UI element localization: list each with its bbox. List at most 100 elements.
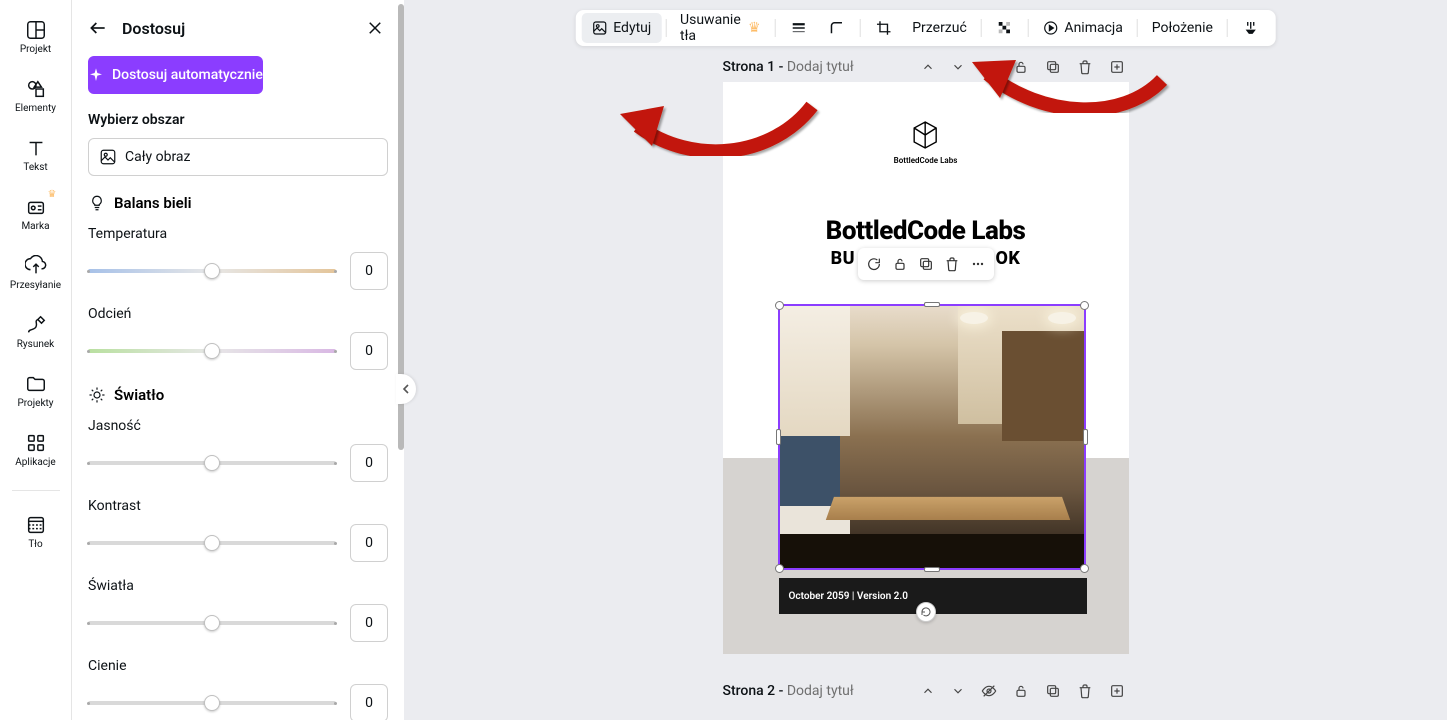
flip-button[interactable]: Przerzuć	[902, 13, 977, 43]
resize-handle-bl[interactable]	[775, 564, 784, 573]
page1-canvas[interactable]: BottledCode Labs BottledCode Labs BUSINE…	[723, 82, 1129, 654]
line-weight-button[interactable]	[779, 13, 817, 43]
shadows-row: Cienie 0	[72, 658, 404, 720]
resize-handle-tr[interactable]	[1080, 301, 1089, 310]
close-button[interactable]	[362, 15, 388, 41]
page-down-button[interactable]	[947, 680, 969, 702]
toolbar-separator	[775, 19, 776, 37]
page1-label[interactable]: Strona 1 - Dodaj tytuł	[723, 59, 854, 75]
temperature-value[interactable]: 0	[350, 252, 388, 290]
resize-handle-tl[interactable]	[775, 301, 784, 310]
layout-icon	[25, 18, 47, 42]
crown-icon: ♛	[48, 189, 57, 200]
edit-image-button[interactable]: Edytuj	[581, 13, 661, 43]
highlights-value[interactable]: 0	[350, 604, 388, 642]
tint-label: Odcień	[88, 306, 388, 322]
add-page-button[interactable]	[1105, 55, 1129, 79]
lock-page-button[interactable]	[1009, 679, 1033, 703]
resize-handle-right[interactable]	[1083, 429, 1088, 445]
transparency-button[interactable]	[986, 13, 1024, 43]
page-up-button[interactable]	[917, 56, 939, 78]
add-page-button[interactable]	[1105, 679, 1129, 703]
rail-item-projekty[interactable]: Projekty	[0, 368, 71, 413]
animation-button[interactable]: Animacja	[1032, 13, 1132, 43]
rail-item-tekst[interactable]: Tekst	[0, 132, 71, 177]
rail-item-przesylanie[interactable]: Przesyłanie	[0, 250, 71, 295]
rail-item-projekt[interactable]: Projekt	[0, 14, 71, 59]
slider-thumb[interactable]	[204, 615, 220, 631]
position-label: Położenie	[1152, 20, 1213, 36]
rail-item-aplikacje[interactable]: Aplikacje	[0, 427, 71, 472]
toolbar-separator	[981, 19, 982, 37]
rail-item-marka[interactable]: ♛ Marka	[0, 191, 71, 236]
rail-label: Marka	[21, 221, 49, 232]
duplicate-page-button[interactable]	[1041, 679, 1065, 703]
brightness-value[interactable]: 0	[350, 444, 388, 482]
slider-thumb[interactable]	[204, 263, 220, 279]
rail-item-elementy[interactable]: Elementy	[0, 73, 71, 118]
highlights-slider[interactable]	[88, 621, 336, 625]
folder-icon	[25, 372, 47, 396]
back-button[interactable]	[84, 14, 112, 42]
brand-icon: ♛	[25, 195, 47, 219]
page2-label[interactable]: Strona 2 - Dodaj tytuł	[723, 683, 854, 699]
temperature-slider[interactable]	[88, 269, 336, 273]
logo-icon	[913, 120, 939, 150]
auto-adjust-button[interactable]: Dostosuj automatycznie	[88, 56, 263, 94]
hide-page-button[interactable]	[977, 679, 1001, 703]
slider-thumb[interactable]	[204, 535, 220, 551]
slider-thumb[interactable]	[204, 455, 220, 471]
corner-button[interactable]	[817, 13, 855, 43]
duplicate-button[interactable]	[918, 256, 934, 272]
remove-bg-label: Usuwanie tła	[680, 12, 742, 44]
page-down-button[interactable]	[947, 56, 969, 78]
delete-page-button[interactable]	[1073, 55, 1097, 79]
shadows-slider[interactable]	[88, 701, 336, 705]
area-select-dropdown[interactable]: Cały obraz	[88, 138, 388, 176]
contrast-value[interactable]: 0	[350, 524, 388, 562]
light-group: Światło	[72, 386, 404, 404]
canvas-area: Edytuj Usuwanie tła ♛ Przerzuć Animacja …	[404, 0, 1447, 720]
more-button[interactable]	[970, 256, 986, 272]
resize-handle-br[interactable]	[1080, 564, 1089, 573]
contrast-slider[interactable]	[88, 541, 336, 545]
lock-page-button[interactable]	[1009, 55, 1033, 79]
panel-header: Dostosuj	[72, 0, 404, 56]
rail-label: Elementy	[15, 103, 56, 114]
selected-image[interactable]	[778, 304, 1086, 570]
rail-item-tlo[interactable]: Tło	[0, 509, 71, 554]
brightness-slider[interactable]	[88, 461, 336, 465]
duplicate-page-button[interactable]	[1041, 55, 1065, 79]
lock-button[interactable]	[892, 256, 908, 272]
document-main-title: BottledCode Labs	[723, 216, 1129, 246]
hide-page-button[interactable]	[977, 55, 1001, 79]
temperature-label: Temperatura	[88, 226, 388, 242]
rotate-handle[interactable]	[916, 602, 936, 622]
delete-button[interactable]	[944, 256, 960, 272]
bulb-icon	[88, 194, 106, 212]
sparkle-icon	[88, 67, 104, 83]
temperature-row: Temperatura 0	[72, 226, 404, 290]
light-title: Światło	[114, 386, 164, 404]
rail-label: Projekty	[17, 398, 53, 409]
crop-button[interactable]	[864, 13, 902, 43]
regenerate-button[interactable]	[866, 256, 882, 272]
more-format-button[interactable]	[1232, 13, 1270, 43]
resize-handle-left[interactable]	[776, 429, 781, 445]
remove-bg-button[interactable]: Usuwanie tła ♛	[670, 13, 771, 43]
rail-label: Przesyłanie	[10, 280, 61, 291]
position-button[interactable]: Położenie	[1142, 13, 1223, 43]
tint-value[interactable]: 0	[350, 332, 388, 370]
tint-slider[interactable]	[88, 349, 336, 353]
animation-label: Animacja	[1064, 20, 1122, 36]
delete-page-button[interactable]	[1073, 679, 1097, 703]
flip-label: Przerzuć	[912, 20, 967, 36]
shadows-value[interactable]: 0	[350, 684, 388, 720]
slider-thumb[interactable]	[204, 695, 220, 711]
sun-icon	[88, 386, 106, 404]
page-up-button[interactable]	[917, 680, 939, 702]
rail-item-rysunek[interactable]: Rysunek	[0, 309, 71, 354]
resize-handle-top[interactable]	[924, 302, 940, 307]
resize-handle-bottom[interactable]	[924, 567, 940, 572]
slider-thumb[interactable]	[204, 343, 220, 359]
